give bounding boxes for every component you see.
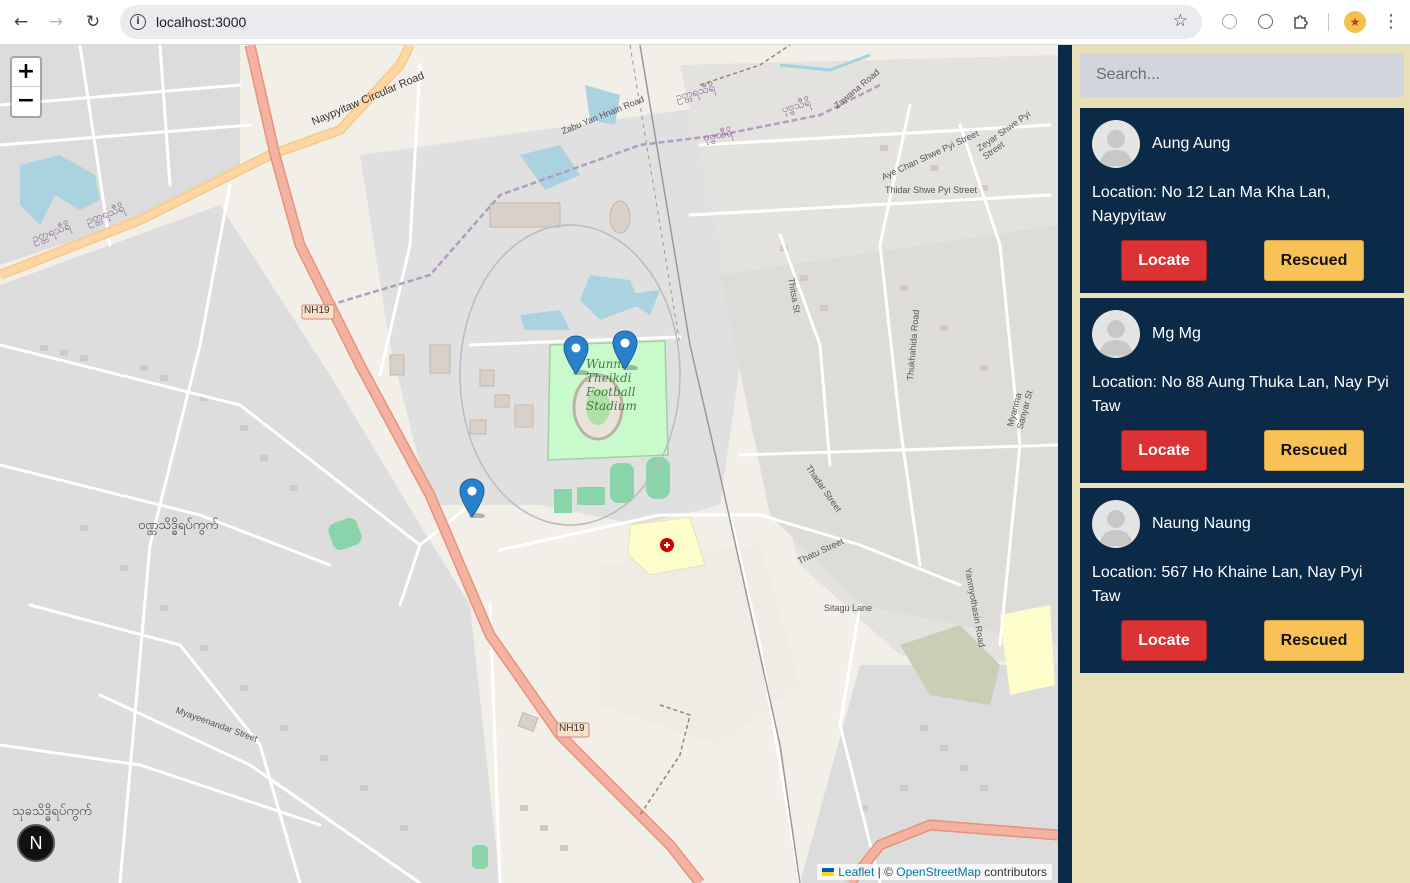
map-view[interactable]: NH19 NH19 Naypyitaw Circular Road Zabu Y… — [0, 45, 1058, 883]
map-marker-icon[interactable] — [563, 335, 589, 375]
rescue-sidebar: Aung Aung Location: No 12 Lan Ma Kha Lan… — [1072, 45, 1410, 883]
avatar — [1092, 310, 1140, 358]
puzzle-extensions-icon[interactable] — [1290, 10, 1312, 32]
osm-link[interactable]: OpenStreetMap — [896, 865, 981, 879]
nextjs-dev-badge[interactable]: N — [17, 824, 55, 862]
extension-icon[interactable] — [1254, 10, 1276, 32]
site-info-icon[interactable]: i — [130, 14, 146, 30]
address-bar[interactable]: i localhost:3000 ☆ — [120, 5, 1202, 39]
extension-icon[interactable] — [1218, 10, 1240, 32]
map-divider — [1058, 45, 1072, 883]
road-label: NH19 — [559, 723, 585, 734]
search-input[interactable] — [1080, 53, 1404, 97]
more-menu-icon[interactable]: ⋮ — [1380, 10, 1402, 32]
zoom-out-button[interactable]: − — [12, 87, 40, 116]
zoom-in-button[interactable]: + — [12, 58, 40, 87]
road-label: NH19 — [304, 305, 330, 316]
profile-icon[interactable]: ★ — [1344, 11, 1366, 33]
locate-button[interactable]: Locate — [1121, 240, 1207, 281]
locate-button[interactable]: Locate — [1121, 620, 1207, 661]
locate-button[interactable]: Locate — [1121, 430, 1207, 471]
reload-icon[interactable]: ↻ — [79, 8, 107, 36]
back-arrow-icon[interactable]: ← — [7, 8, 35, 36]
rescued-button[interactable]: Rescued — [1264, 240, 1364, 281]
bookmark-star-icon[interactable]: ☆ — [1173, 11, 1188, 31]
person-card: Naung Naung Location: 567 Ho Khaine Lan,… — [1080, 488, 1404, 673]
leaflet-link[interactable]: Leaflet — [838, 865, 874, 879]
district-label: သုခသိဒ္ဓိရပ်ကွက် — [12, 803, 92, 818]
rescued-button[interactable]: Rescued — [1264, 430, 1364, 471]
url-text: localhost:3000 — [156, 14, 247, 30]
person-location: Location: No 12 Lan Ma Kha Lan, Naypyita… — [1092, 184, 1331, 225]
person-name: Naung Naung — [1152, 515, 1251, 532]
person-name: Aung Aung — [1152, 135, 1231, 152]
road-label: Sitagu Lane — [824, 603, 873, 613]
person-location: Location: 567 Ho Khaine Lan, Nay Pyi Taw — [1092, 564, 1363, 605]
ukraine-flag-icon — [822, 868, 835, 876]
person-name: Mg Mg — [1152, 325, 1201, 342]
rescued-button[interactable]: Rescued — [1264, 620, 1364, 661]
browser-toolbar: ← → ↻ i localhost:3000 ☆ ★ ⋮ — [0, 0, 1410, 45]
toolbar-divider — [1328, 13, 1329, 31]
person-location: Location: No 88 Aung Thuka Lan, Nay Pyi … — [1092, 374, 1389, 415]
road-label: Thidar Shwe Pyi Street — [885, 185, 978, 195]
zoom-control: + − — [10, 56, 42, 118]
map-marker-icon[interactable] — [459, 478, 485, 518]
forward-arrow-icon[interactable]: → — [42, 8, 70, 36]
avatar — [1092, 500, 1140, 548]
district-label: ဝဏ္ဏသိဒ္ဓိရပ်ကွက် — [138, 517, 219, 532]
attribution-separator: | © — [874, 865, 897, 879]
map-marker-icon[interactable] — [612, 330, 638, 370]
person-card: Mg Mg Location: No 88 Aung Thuka Lan, Na… — [1080, 298, 1404, 483]
attribution-suffix: contributors — [980, 865, 1047, 879]
map-attribution: Leaflet | © OpenStreetMap contributors — [817, 864, 1052, 880]
person-card: Aung Aung Location: No 12 Lan Ma Kha Lan… — [1080, 108, 1404, 293]
avatar — [1092, 120, 1140, 168]
